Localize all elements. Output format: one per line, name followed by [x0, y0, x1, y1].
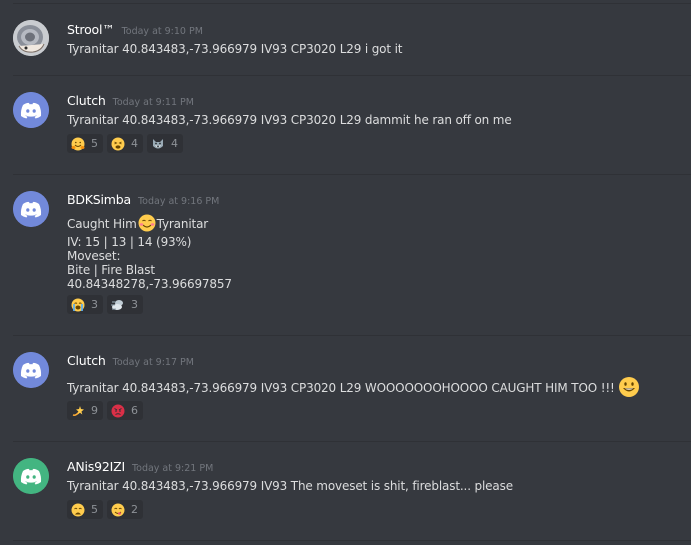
message-text: Tyranitar 40.843483,-73.966979 IV93 The … — [67, 479, 513, 493]
reaction-count: 5 — [91, 137, 98, 150]
timestamp: Today at 9:21 PM — [131, 463, 214, 474]
dizzy-icon — [71, 404, 85, 418]
message-divider — [13, 441, 691, 442]
message-text-line: IV: 15 | 13 | 14 (93%) — [67, 235, 192, 249]
chat-messages: Strool™ Today at 9:10 PM Tyranitar 40.84… — [0, 0, 691, 545]
reaction-button[interactable]: 6 — [107, 401, 143, 420]
reaction-count: 5 — [91, 503, 98, 516]
discord-logo-icon — [13, 352, 49, 388]
reaction-count: 4 — [171, 137, 178, 150]
message-divider — [13, 540, 691, 541]
reaction-button[interactable]: 2 — [107, 500, 143, 519]
reaction-count: 2 — [131, 503, 138, 516]
username[interactable]: Clutch — [67, 93, 106, 108]
username[interactable]: ANis92IZI — [67, 459, 125, 474]
dash-icon — [111, 298, 125, 312]
message-divider — [13, 174, 691, 175]
reaction-button[interactable]: 3 — [107, 295, 143, 314]
message-text-line: 40.84348278,-73.96697857 — [67, 277, 232, 291]
sob-icon — [71, 298, 85, 312]
discord-logo-icon — [13, 458, 49, 494]
reaction-button[interactable]: 4 — [107, 134, 143, 153]
yum-icon — [111, 503, 125, 517]
message-text: Caught Him Tyranitar IV: 15 | 13 | 14 (93… — [67, 214, 232, 291]
rage-icon — [111, 404, 125, 418]
avatar[interactable] — [13, 20, 49, 56]
reaction-count: 3 — [131, 298, 138, 311]
message-text-segment: Caught Him — [67, 217, 137, 231]
timestamp: Today at 9:17 PM — [112, 357, 194, 368]
username[interactable]: Clutch — [67, 353, 106, 368]
reaction-count: 3 — [91, 298, 98, 311]
reaction-button[interactable]: 9 — [67, 401, 103, 420]
reactions: 5 2 — [67, 500, 143, 519]
wolf-face-icon — [151, 137, 165, 151]
reaction-count: 6 — [131, 404, 138, 417]
weary-icon — [71, 503, 85, 517]
timestamp: Today at 9:11 PM — [112, 97, 194, 108]
reactions: 9 6 — [67, 401, 143, 420]
tired-face-icon — [111, 137, 125, 151]
message-text: Tyranitar 40.843483,-73.966979 IV93 CP30… — [67, 113, 512, 127]
avatar[interactable] — [13, 191, 49, 227]
message-text-line: Moveset: — [67, 249, 121, 263]
blush-icon — [137, 214, 157, 235]
amonite-avatar-icon — [13, 20, 49, 56]
username[interactable]: BDKSimba — [67, 192, 131, 207]
message-text: Tyranitar 40.843483,-73.966979 IV93 CP30… — [67, 42, 403, 56]
avatar[interactable] — [13, 458, 49, 494]
smiley-icon — [618, 376, 640, 401]
reactions: 3 3 — [67, 295, 143, 314]
reaction-count: 9 — [91, 404, 98, 417]
timestamp: Today at 9:10 PM — [121, 26, 203, 37]
message-text-segment: Tyranitar 40.843483,-73.966979 IV93 CP30… — [67, 381, 615, 395]
message-divider — [13, 3, 691, 4]
message-text-segment: Tyranitar — [156, 217, 209, 231]
username[interactable]: Strool™ — [67, 22, 115, 37]
discord-logo-icon — [13, 92, 49, 128]
message-divider — [13, 335, 691, 336]
reaction-button[interactable]: 4 — [147, 134, 183, 153]
avatar[interactable] — [13, 352, 49, 388]
discord-logo-icon — [13, 191, 49, 227]
message-text-line: Bite | Fire Blast — [67, 263, 155, 277]
reaction-button[interactable]: 5 — [67, 500, 103, 519]
reactions: 5 4 4 — [67, 134, 183, 153]
reaction-button[interactable]: 3 — [67, 295, 103, 314]
message-text: Tyranitar 40.843483,-73.966979 IV93 CP30… — [67, 376, 640, 401]
timestamp: Today at 9:16 PM — [137, 196, 220, 207]
reaction-count: 4 — [131, 137, 138, 150]
avatar[interactable] — [13, 92, 49, 128]
message-divider — [13, 75, 691, 76]
hugging-face-icon — [71, 137, 85, 151]
reaction-button[interactable]: 5 — [67, 134, 103, 153]
